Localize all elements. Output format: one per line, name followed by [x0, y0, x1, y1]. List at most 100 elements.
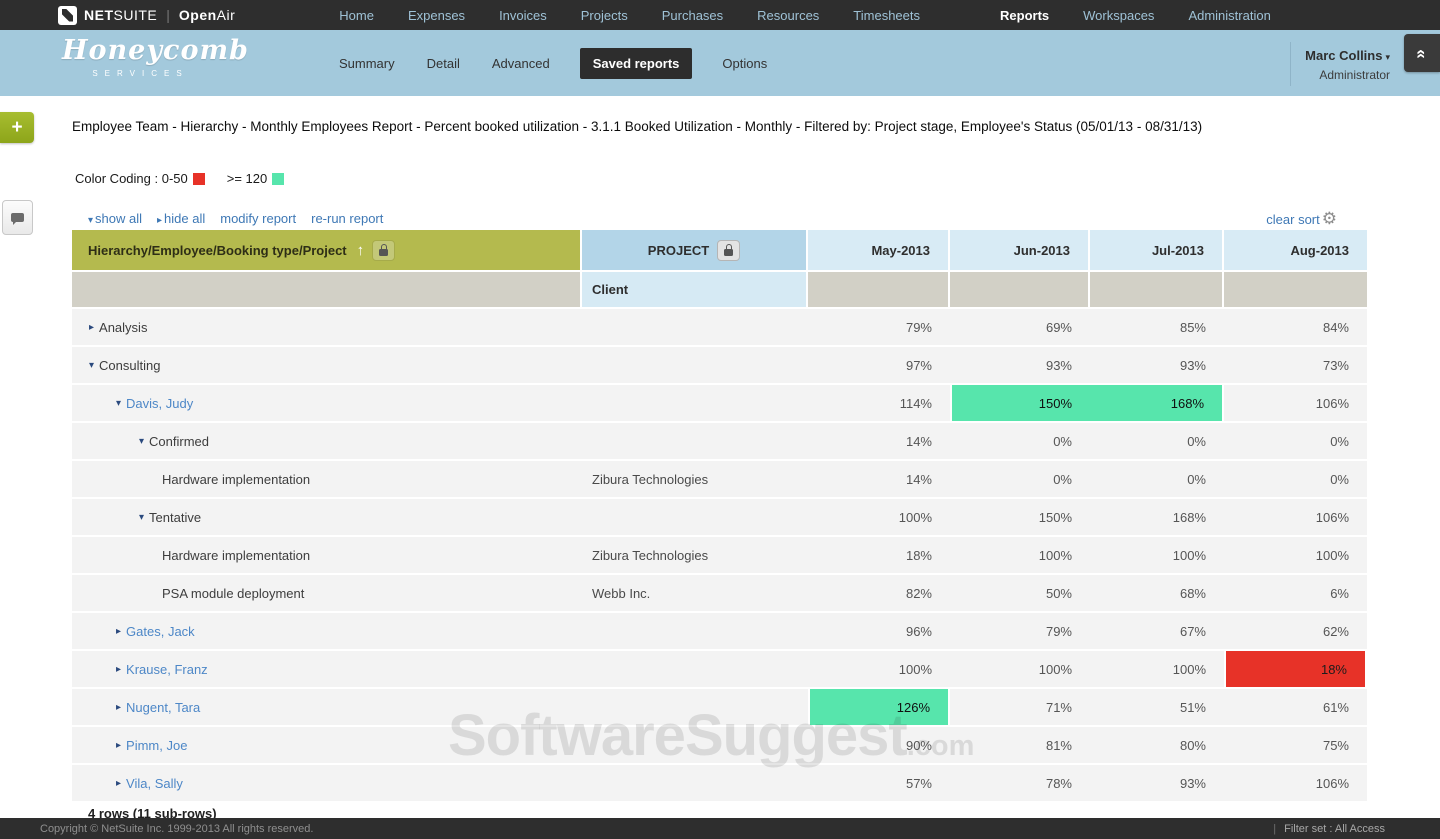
row-hierarchy-cell: PSA module deployment: [72, 575, 582, 611]
nav-item-timesheets[interactable]: Timesheets: [853, 8, 920, 23]
expand-icon[interactable]: ▸: [116, 664, 121, 675]
modify-report-link[interactable]: modify report: [220, 211, 296, 226]
row-label[interactable]: Nugent, Tara: [126, 700, 200, 715]
month-column-header[interactable]: Jun-2013: [950, 230, 1090, 270]
lock-column-button[interactable]: [372, 240, 395, 261]
nav-item-home[interactable]: Home: [339, 8, 374, 23]
nav-item-projects[interactable]: Projects: [581, 8, 628, 23]
tab-summary[interactable]: Summary: [337, 48, 397, 79]
table-subheader-row: Client: [72, 272, 1367, 307]
cell-value: 6%: [1224, 575, 1367, 611]
row-client-cell: Zibura Technologies: [582, 461, 808, 497]
legend-red-swatch: [193, 173, 205, 185]
cell-value: 100%: [1090, 651, 1224, 687]
cell-value: 62%: [1224, 613, 1367, 649]
row-hierarchy-cell: Hardware implementation: [72, 537, 582, 573]
hide-all-link[interactable]: ▸hide all: [157, 211, 205, 226]
table-row: Hardware implementationZibura Technologi…: [72, 537, 1367, 573]
netsuite-logo-icon: [58, 6, 77, 25]
cell-value-green-highlight: 126%: [808, 689, 950, 725]
lock-column-button[interactable]: [717, 240, 740, 261]
cell-value: 93%: [950, 347, 1090, 383]
row-hierarchy-cell: ▾Tentative: [72, 499, 582, 535]
project-column-header[interactable]: PROJECT: [582, 230, 808, 270]
tab-advanced[interactable]: Advanced: [490, 48, 552, 79]
row-hierarchy-cell: ▾Consulting: [72, 347, 582, 383]
month-column-header[interactable]: May-2013: [808, 230, 950, 270]
cell-value-green-highlight: 150%: [950, 385, 1090, 421]
nav-item-resources[interactable]: Resources: [757, 8, 819, 23]
netsuite-openair-logo[interactable]: NETSUITE | OpenAir: [58, 6, 235, 25]
cell-value: 84%: [1224, 309, 1367, 345]
collapse-header-button[interactable]: «: [1404, 34, 1440, 72]
expand-icon[interactable]: ▸: [116, 778, 121, 789]
cell-value: 93%: [1090, 765, 1224, 801]
clear-sort-area: clear sort ⚙: [1266, 211, 1337, 228]
user-menu[interactable]: Marc Collins▾: [1305, 47, 1390, 65]
create-new-button[interactable]: +: [0, 112, 34, 143]
cell-value-green-highlight: 168%: [1090, 385, 1224, 421]
table-row: ▸Analysis79%69%85%84%: [72, 309, 1367, 345]
speech-bubble-icon: [11, 213, 24, 222]
nav-item-expenses[interactable]: Expenses: [408, 8, 465, 23]
tab-options[interactable]: Options: [720, 48, 769, 79]
hierarchy-subheader-cell: [72, 272, 582, 307]
nav-item-reports[interactable]: Reports: [1000, 8, 1049, 23]
show-all-link[interactable]: ▾show all: [88, 211, 142, 226]
table-row: PSA module deploymentWebb Inc.82%50%68%6…: [72, 575, 1367, 611]
expand-icon[interactable]: ▸: [116, 702, 121, 713]
top-nav-bar: NETSUITE | OpenAir Home Expenses Invoices P…: [0, 0, 1440, 30]
month-column-header[interactable]: Aug-2013: [1224, 230, 1367, 270]
caret-right-icon: ▸: [157, 215, 162, 226]
row-client-cell: [582, 651, 808, 687]
tab-detail[interactable]: Detail: [425, 48, 462, 79]
double-chevron-up-icon: «: [1412, 49, 1432, 56]
expand-icon[interactable]: ▸: [116, 626, 121, 637]
report-title: Employee Team - Hierarchy - Monthly Empl…: [72, 119, 1272, 134]
row-hierarchy-cell: ▸ Pimm, Joe: [72, 727, 582, 763]
row-label[interactable]: Davis, Judy: [126, 396, 193, 411]
clear-sort-link[interactable]: clear sort: [1266, 212, 1319, 227]
feedback-button[interactable]: [2, 200, 33, 235]
collapse-icon[interactable]: ▾: [139, 512, 144, 523]
nav-item-administration[interactable]: Administration: [1188, 8, 1270, 23]
collapse-icon[interactable]: ▾: [116, 398, 121, 409]
top-nav-items: Home Expenses Invoices Projects Purchases Res…: [339, 8, 1271, 23]
row-label[interactable]: Gates, Jack: [126, 624, 195, 639]
row-hierarchy-cell: ▸ Gates, Jack: [72, 613, 582, 649]
cell-value: 78%: [950, 765, 1090, 801]
nav-item-purchases[interactable]: Purchases: [662, 8, 723, 23]
sort-ascending-icon[interactable]: ↑: [357, 242, 365, 259]
cell-value: 0%: [1090, 423, 1224, 459]
nav-item-workspaces[interactable]: Workspaces: [1083, 8, 1154, 23]
nav-item-invoices[interactable]: Invoices: [499, 8, 547, 23]
honeycomb-logo: Honeycomb SERVICES: [62, 36, 212, 78]
hierarchy-column-header[interactable]: Hierarchy/Employee/Booking type/Project …: [72, 230, 582, 270]
cell-value: 168%: [1090, 499, 1224, 535]
tab-saved-reports[interactable]: Saved reports: [580, 48, 693, 79]
collapse-icon[interactable]: ▾: [89, 360, 94, 371]
cell-value: 82%: [808, 575, 950, 611]
month-column-header[interactable]: Jul-2013: [1090, 230, 1224, 270]
expand-icon[interactable]: ▸: [89, 322, 94, 333]
user-name[interactable]: Marc Collins: [1305, 48, 1382, 63]
cell-value: 150%: [950, 499, 1090, 535]
row-client-cell: [582, 423, 808, 459]
chevron-down-icon: ▾: [1385, 52, 1390, 62]
collapse-icon[interactable]: ▾: [139, 436, 144, 447]
cell-value: 18%: [808, 537, 950, 573]
month-subheader-cell: [1224, 272, 1367, 307]
hierarchy-header-label: Hierarchy/Employee/Booking type/Project: [88, 243, 347, 258]
cell-value: 14%: [808, 461, 950, 497]
row-label[interactable]: Vila, Sally: [126, 776, 183, 791]
row-hierarchy-cell: ▾Confirmed: [72, 423, 582, 459]
expand-icon[interactable]: ▸: [116, 740, 121, 751]
legend-high-label: >= 120: [227, 171, 268, 186]
gear-icon[interactable]: ⚙: [1322, 211, 1337, 228]
row-label[interactable]: Pimm, Joe: [126, 738, 187, 753]
cell-value: 80%: [1090, 727, 1224, 763]
cell-value: 69%: [950, 309, 1090, 345]
rerun-report-link[interactable]: re-run report: [311, 211, 383, 226]
row-label[interactable]: Krause, Franz: [126, 662, 208, 677]
row-hierarchy-cell: ▾ Davis, Judy: [72, 385, 582, 421]
